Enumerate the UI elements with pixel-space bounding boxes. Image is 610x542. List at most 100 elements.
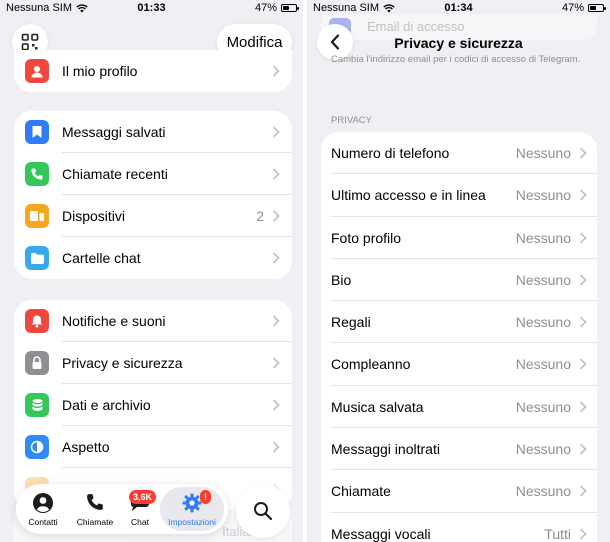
chevron-right-icon: [579, 358, 587, 371]
row-label: Messaggi vocali: [331, 525, 431, 542]
chevron-right-icon: [272, 357, 280, 369]
privacy-row-forwarded-messages[interactable]: Messaggi inoltrati Nessuno: [321, 428, 597, 471]
settings-badge: !: [200, 490, 211, 504]
row-label: Regali: [331, 314, 371, 331]
settings-row-devices[interactable]: Dispositivi 2: [14, 195, 292, 237]
privacy-settings-group: Numero di telefono Nessuno Ultimo access…: [321, 132, 597, 542]
chevron-right-icon: [579, 274, 587, 286]
privacy-screen: Nessuna SIM 01:34 47% Email di accesso P…: [307, 0, 610, 542]
row-value: Nessuno: [515, 271, 571, 288]
chevron-right-icon: [272, 399, 280, 411]
row-value: Nessuno: [515, 229, 571, 246]
tab-label: Contatti: [28, 517, 58, 527]
email-row-label: Email di accesso: [367, 19, 465, 34]
carrier-label: Nessuna SIM: [313, 2, 380, 14]
row-value: Nessuno: [515, 483, 571, 500]
contacts-icon: [33, 493, 53, 513]
privacy-row-saved-music[interactable]: Musica salvata Nessuno: [321, 386, 597, 429]
row-value: Nessuno: [515, 187, 571, 204]
row-label: Chiamate: [331, 483, 391, 500]
chevron-right-icon: [579, 231, 587, 244]
privacy-row-calls[interactable]: Chiamate Nessuno: [321, 470, 597, 513]
settings-row-data-storage[interactable]: Dati e archivio: [14, 384, 292, 426]
devices-icon: [25, 204, 49, 228]
preferences-group: Notifiche e suoni Privacy e sicurezza Da…: [14, 300, 292, 510]
settings-row-appearance[interactable]: Aspetto: [14, 426, 292, 468]
settings-row-chat-folders[interactable]: Cartelle chat: [14, 237, 292, 279]
chevron-right-icon: [272, 168, 280, 180]
row-value: Nessuno: [515, 314, 571, 331]
row-label: Messaggi salvati: [62, 124, 166, 140]
battery-percent: 47%: [254, 2, 277, 14]
qr-code-icon: [21, 33, 39, 51]
tab-label: Chat: [131, 517, 149, 527]
privacy-row-phone-number[interactable]: Numero di telefono Nessuno: [321, 132, 597, 175]
row-label: Compleanno: [331, 356, 411, 373]
row-label: Dati e archivio: [62, 397, 151, 413]
profile-group: Il mio profilo: [14, 50, 292, 92]
row-label: Bio: [331, 271, 352, 288]
chevron-right-icon: [579, 401, 587, 413]
row-label: Chiamate recenti: [62, 166, 168, 182]
calls-icon: [87, 494, 103, 510]
chevron-right-icon: [579, 316, 587, 328]
devices-count: 2: [256, 208, 264, 224]
chevron-right-icon: [272, 126, 280, 138]
appearance-icon: [25, 435, 49, 459]
settings-screen: Nessuna SIM 01:33 47% Modifica Il mio pr…: [0, 0, 303, 542]
row-label: Messaggi inoltrati: [331, 441, 440, 458]
privacy-row-bio[interactable]: Bio Nessuno: [321, 259, 597, 302]
row-value: Nessuno: [515, 398, 571, 415]
row-label: Notifiche e suoni: [62, 313, 166, 329]
wifi-icon: [76, 3, 88, 12]
row-label: Privacy e sicurezza: [62, 355, 183, 371]
chevron-right-icon: [579, 443, 587, 455]
profile-row[interactable]: Il mio profilo: [14, 50, 292, 92]
row-label: Musica salvata: [331, 398, 424, 415]
tab-settings[interactable]: ! Impostazioni: [160, 484, 224, 534]
settings-row-saved-messages[interactable]: Messaggi salvati: [14, 111, 292, 153]
tab-label: Impostazioni: [168, 517, 216, 527]
status-bar: Nessuna SIM 01:33 47%: [0, 0, 303, 16]
chevron-right-icon: [272, 252, 280, 264]
tab-bar: Contatti Chiamate 3,6K Chat ! Impostazio…: [16, 484, 228, 534]
row-label: Dispositivi: [62, 208, 126, 224]
carrier-info: Nessuna SIM: [313, 2, 395, 14]
chevron-right-icon: [579, 485, 587, 498]
wifi-icon: [383, 3, 395, 12]
settings-row-notifications[interactable]: Notifiche e suoni: [14, 300, 292, 342]
battery-icon: [588, 4, 606, 12]
row-value: Nessuno: [515, 145, 571, 161]
bell-icon: [25, 309, 49, 333]
privacy-row-birthday[interactable]: Compleanno Nessuno: [321, 343, 597, 386]
privacy-row-profile-photo[interactable]: Foto profilo Nessuno: [321, 217, 597, 259]
settings-row-privacy[interactable]: Privacy e sicurezza: [14, 342, 292, 384]
chevron-right-icon: [272, 441, 280, 453]
battery-info: 47%: [562, 2, 606, 14]
email-footer-note: Cambia l'indirizzo email per i codici di…: [331, 54, 581, 65]
battery-info: 47%: [254, 2, 299, 14]
privacy-row-last-seen[interactable]: Ultimo accesso e in linea Nessuno: [321, 174, 597, 217]
chevron-right-icon: [579, 147, 587, 159]
row-value: Nessuno: [515, 356, 571, 373]
folder-icon: [25, 246, 49, 270]
phone-icon: [25, 162, 49, 186]
tab-contacts[interactable]: Contatti: [22, 484, 64, 534]
row-label: Foto profilo: [331, 229, 402, 246]
settings-row-recent-calls[interactable]: Chiamate recenti: [14, 153, 292, 195]
section-header-privacy: PRIVACY: [331, 115, 373, 126]
search-button[interactable]: [236, 484, 290, 538]
privacy-row-gifts[interactable]: Regali Nessuno: [321, 301, 597, 344]
chevron-right-icon: [272, 65, 280, 77]
chat-badge: 3,6K: [129, 490, 157, 504]
profile-label: Il mio profilo: [62, 63, 138, 79]
search-icon: [254, 502, 273, 521]
lock-icon: [25, 351, 49, 375]
tab-calls[interactable]: Chiamate: [72, 484, 118, 534]
privacy-row-voice-messages[interactable]: Messaggi vocali Tutti: [321, 513, 597, 542]
row-value: Nessuno: [515, 441, 571, 458]
shortcuts-group: Messaggi salvati Chiamate recenti Dispos…: [14, 111, 292, 279]
chevron-right-icon: [579, 528, 587, 540]
bookmark-icon: [25, 120, 49, 144]
tab-chat[interactable]: 3,6K Chat: [124, 484, 157, 534]
